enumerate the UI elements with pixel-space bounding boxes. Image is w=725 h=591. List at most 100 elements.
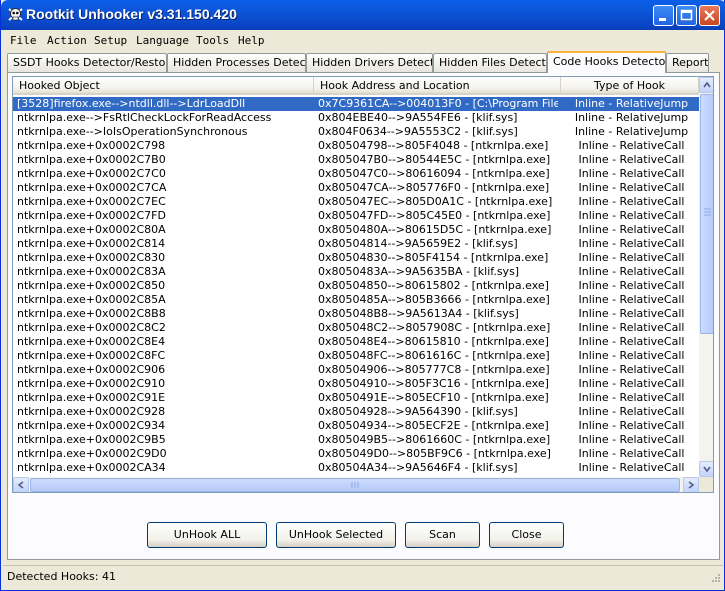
table-row[interactable]: ntkrnlpa.exe+0x0002C85A 0x8050485A-->805B… xyxy=(13,293,699,307)
hooked-object-cell: ntkrnlpa.exe+0x0002C8E4 xyxy=(17,335,166,348)
table-row[interactable]: ntkrnlpa.exe+0x0002C9D0 0x805049D0-->805B… xyxy=(13,447,699,461)
hook-address-cell: 0x80504910-->805F3C16 - [ntkrnlpa.exe] xyxy=(318,377,549,390)
table-row[interactable]: ntkrnlpa.exe+0x0002C9B5 0x805049B5-->8061… xyxy=(13,433,699,447)
vertical-scroll-thumb[interactable] xyxy=(700,94,713,334)
table-row[interactable]: ntkrnlpa.exe+0x0002C934 0x80504934-->805E… xyxy=(13,419,699,433)
table-row[interactable]: ntkrnlpa.exe+0x0002C906 0x80504906-->8057… xyxy=(13,363,699,377)
menu-bar: File Action Setup Language Tools Help xyxy=(5,31,722,51)
hook-type-cell: Inline - RelativeCall xyxy=(578,349,685,362)
status-bar: Detected Hooks: 41 xyxy=(3,565,723,587)
table-row[interactable]: ntkrnlpa.exe+0x0002C798 0x80504798-->805F… xyxy=(13,139,699,153)
table-row[interactable]: ntkrnlpa.exe+0x0002C83A 0x8050483A-->9A56… xyxy=(13,265,699,279)
hook-type-cell: Inline - RelativeCall xyxy=(578,391,685,404)
hook-type-cell: Inline - RelativeCall xyxy=(578,167,685,180)
table-row[interactable]: ntkrnlpa.exe+0x0002C8C2 0x805048C2-->8057… xyxy=(13,321,699,335)
close-window-button[interactable] xyxy=(699,5,720,26)
hook-type-cell: Inline - RelativeCall xyxy=(578,307,685,320)
scroll-corner xyxy=(699,477,713,492)
menu-action[interactable]: Action xyxy=(47,34,87,47)
hook-address-cell: 0x80504934-->805ECF2E - [ntkrnlpa.exe] xyxy=(318,419,549,432)
table-row[interactable]: ntkrnlpa.exe+0x0002C830 0x80504830-->805F… xyxy=(13,251,699,265)
hooked-object-cell: ntkrnlpa.exe+0x0002C85A xyxy=(17,293,166,306)
hooked-object-cell: ntkrnlpa.exe+0x0002C7FD xyxy=(17,209,166,222)
tab-ssdt-hooks[interactable]: SSDT Hooks Detector/Restorer xyxy=(7,53,167,72)
table-row[interactable]: ntkrnlpa.exe+0x0002C910 0x80504910-->805F… xyxy=(13,377,699,391)
grip-icon xyxy=(704,208,711,216)
scan-button[interactable]: Scan xyxy=(405,522,480,548)
hook-address-cell: 0x8050483A-->9A5635BA - [klif.sys] xyxy=(318,265,520,278)
hooked-object-cell: ntkrnlpa.exe+0x0002C910 xyxy=(17,377,166,390)
close-button[interactable]: Close xyxy=(489,522,564,548)
column-hooked-object[interactable]: Hooked Object xyxy=(13,77,314,95)
hooked-object-cell: ntkrnlpa.exe+0x0002C80A xyxy=(17,223,166,236)
table-row[interactable]: ntkrnlpa.exe+0x0002C80A 0x8050480A-->8061… xyxy=(13,223,699,237)
column-hook-address[interactable]: Hook Address and Location xyxy=(314,77,561,95)
list-rows: [3528]firefox.exe-->ntdll.dll-->LdrLoadD… xyxy=(13,97,699,477)
maximize-icon xyxy=(680,9,693,21)
scroll-down-button[interactable] xyxy=(699,461,713,477)
code-hooks-panel: Hooked Object Hook Address and Location … xyxy=(7,72,720,560)
table-row[interactable]: ntkrnlpa.exe-->IoIsOperationSynchronous 0… xyxy=(13,125,699,139)
table-row[interactable]: [3528]firefox.exe-->ntdll.dll-->LdrLoadD… xyxy=(13,97,699,111)
grip-icon xyxy=(351,482,359,488)
tab-hidden-files[interactable]: Hidden Files Detector xyxy=(433,53,547,72)
table-row[interactable]: ntkrnlpa.exe+0x0002C7EC 0x805047EC-->805D… xyxy=(13,195,699,209)
hook-address-cell: 0x804EBE40-->9A554FE6 - [klif.sys] xyxy=(318,111,518,124)
hook-address-cell: 0x804F0634-->9A5553C2 - [klif.sys] xyxy=(318,125,518,138)
scroll-up-button[interactable] xyxy=(699,77,713,93)
horizontal-scrollbar[interactable] xyxy=(13,477,699,492)
menu-tools[interactable]: Tools xyxy=(196,34,229,47)
title-bar[interactable]: Rootkit Unhooker v3.31.150.420 xyxy=(1,0,725,30)
hooked-object-cell: ntkrnlpa.exe+0x0002C934 xyxy=(17,419,166,432)
hook-address-cell: 0x805047B0-->80544E5C - [ntkrnlpa.exe] xyxy=(318,153,551,166)
menu-help[interactable]: Help xyxy=(238,34,265,47)
column-type-of-hook[interactable]: Type of Hook xyxy=(561,77,699,95)
hook-address-cell: 0x805048FC-->8061616C - [ntkrnlpa.exe] xyxy=(318,349,550,362)
menu-file[interactable]: File xyxy=(10,34,37,47)
hook-type-cell: Inline - RelativeCall xyxy=(578,377,685,390)
minimize-button[interactable] xyxy=(653,5,674,26)
table-row[interactable]: ntkrnlpa.exe+0x0002C7B0 0x805047B0-->8054… xyxy=(13,153,699,167)
table-row[interactable]: ntkrnlpa.exe+0x0002C7C0 0x805047C0-->8061… xyxy=(13,167,699,181)
hook-address-cell: 0x805049B5-->8061660C - [ntkrnlpa.exe] xyxy=(318,433,551,446)
resize-grip-icon[interactable] xyxy=(709,573,721,585)
tab-report[interactable]: Report xyxy=(666,53,709,72)
hook-type-cell: Inline - RelativeCall xyxy=(578,223,685,236)
table-row[interactable]: ntkrnlpa.exe+0x0002C91E 0x8050491E-->805E… xyxy=(13,391,699,405)
scroll-right-button[interactable] xyxy=(683,477,699,492)
unhook-all-button[interactable]: UnHook ALL xyxy=(147,522,267,548)
vertical-scrollbar[interactable] xyxy=(699,77,713,477)
hook-type-cell: Inline - RelativeCall xyxy=(578,461,685,474)
hook-type-cell: Inline - RelativeCall xyxy=(578,433,685,446)
table-row[interactable]: ntkrnlpa.exe-->FsRtlCheckLockForReadAcce… xyxy=(13,111,699,125)
horizontal-scroll-thumb[interactable] xyxy=(30,478,680,492)
tab-hidden-drivers[interactable]: Hidden Drivers Detector xyxy=(306,53,433,72)
table-row[interactable]: ntkrnlpa.exe+0x0002C928 0x80504928-->9A56… xyxy=(13,405,699,419)
table-row[interactable]: ntkrnlpa.exe+0x0002C8FC 0x805048FC-->8061… xyxy=(13,349,699,363)
hooked-object-cell: ntkrnlpa.exe+0x0002C798 xyxy=(17,139,166,152)
tab-code-hooks[interactable]: Code Hooks Detector xyxy=(547,51,666,73)
hook-address-cell: 0x80504850-->80615802 - [ntkrnlpa.exe] xyxy=(318,279,549,292)
tab-hidden-processes[interactable]: Hidden Processes Detector xyxy=(167,53,306,72)
hook-type-cell: Inline - RelativeCall xyxy=(578,139,685,152)
table-row[interactable]: ntkrnlpa.exe+0x0002C814 0x80504814-->9A56… xyxy=(13,237,699,251)
table-row[interactable]: ntkrnlpa.exe+0x0002CA34 0x80504A34-->9A56… xyxy=(13,461,699,475)
hook-address-cell: 0x80504928-->9A564390 - [klif.sys] xyxy=(318,405,518,418)
scroll-left-button[interactable] xyxy=(13,477,29,492)
hook-address-cell: 0x805049D0-->805BF9C6 - [ntkrnlpa.exe] xyxy=(318,447,551,460)
hooked-object-cell: ntkrnlpa.exe+0x0002CA34 xyxy=(17,461,166,474)
table-row[interactable]: ntkrnlpa.exe+0x0002C7FD 0x805047FD-->805C… xyxy=(13,209,699,223)
menu-setup[interactable]: Setup xyxy=(94,34,127,47)
table-row[interactable]: ntkrnlpa.exe+0x0002C850 0x80504850-->8061… xyxy=(13,279,699,293)
table-row[interactable]: ntkrnlpa.exe+0x0002C8E4 0x805048E4-->8061… xyxy=(13,335,699,349)
table-row[interactable]: ntkrnlpa.exe+0x0002C7CA 0x805047CA-->8057… xyxy=(13,181,699,195)
unhook-selected-button[interactable]: UnHook Selected xyxy=(276,522,396,548)
table-row[interactable]: ntkrnlpa.exe+0x0002C8B8 0x805048B8-->9A56… xyxy=(13,307,699,321)
maximize-button[interactable] xyxy=(676,5,697,26)
hooks-list[interactable]: Hooked Object Hook Address and Location … xyxy=(12,76,714,493)
hook-type-cell: Inline - RelativeCall xyxy=(578,321,685,334)
menu-language[interactable]: Language xyxy=(136,34,189,47)
hooked-object-cell: ntkrnlpa.exe-->IoIsOperationSynchronous xyxy=(17,125,248,138)
hook-address-cell: 0x8050480A-->80615D5C - [ntkrnlpa.exe] xyxy=(318,223,552,236)
hooked-object-cell: ntkrnlpa.exe+0x0002C7EC xyxy=(17,195,166,208)
